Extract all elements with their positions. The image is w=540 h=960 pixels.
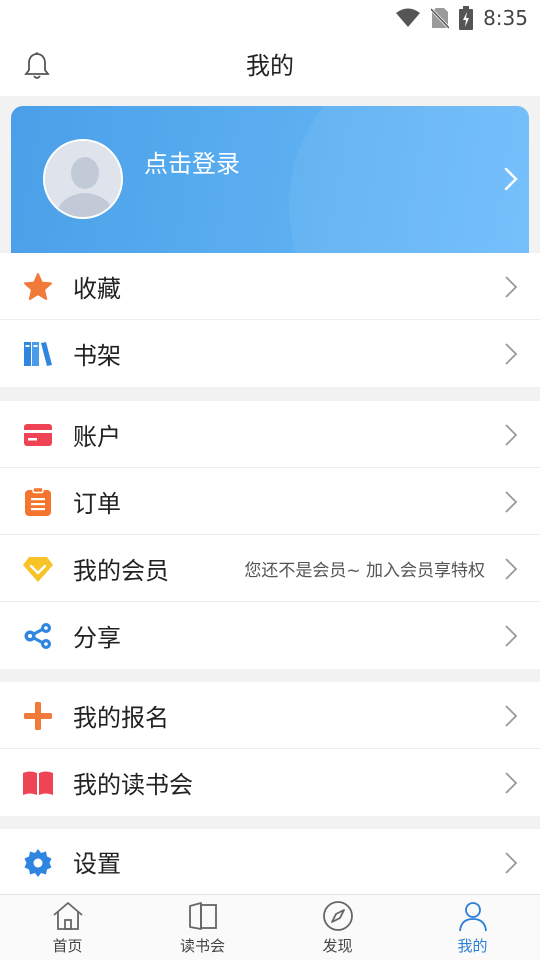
tab-label: 发现 (322, 937, 353, 955)
person-icon (456, 899, 490, 933)
home-icon (51, 899, 85, 933)
menu-group-activities: 我的报名 我的读书会 (0, 682, 540, 816)
share-icon (22, 620, 54, 652)
plus-icon (22, 700, 54, 732)
menu-item-membership[interactable]: 我的会员 您还不是会员~ 加入会员享特权 (0, 535, 540, 602)
menu-label: 我的读书会 (73, 771, 193, 799)
tab-mine[interactable]: 我的 (405, 895, 540, 960)
menu-item-bookshelf[interactable]: 书架 (0, 320, 540, 387)
menu-item-favorites[interactable]: 收藏 (0, 253, 540, 320)
chevron-right-icon[interactable] (503, 166, 519, 192)
chevron-right-icon (504, 342, 518, 366)
menu-item-my-registrations[interactable]: 我的报名 (0, 682, 540, 749)
menu-label: 分享 (73, 624, 121, 652)
star-icon (22, 271, 54, 303)
chevron-right-icon (504, 771, 518, 795)
chevron-right-icon (504, 490, 518, 514)
menu-label: 订单 (73, 489, 121, 518)
login-label[interactable]: 点击登录 (144, 144, 240, 179)
status-bar: 8:35 (0, 0, 540, 36)
menu-group-account: 账户 订单 我的会员 您还不是会员~ 加入会员享特权 分享 (0, 401, 540, 669)
menu-label: 账户 (73, 422, 121, 451)
menu-label: 收藏 (73, 274, 121, 303)
menu-group-collections: 收藏 书架 (0, 253, 540, 387)
diamond-icon (22, 553, 54, 585)
book-icon (186, 899, 220, 933)
bookshelf-icon (22, 338, 54, 370)
chevron-right-icon (504, 624, 518, 648)
menu-item-settings[interactable]: 设置 (0, 829, 540, 894)
no-sim-icon (431, 7, 450, 29)
menu-label: 书架 (73, 342, 121, 370)
chevron-right-icon (504, 423, 518, 447)
tab-home[interactable]: 首页 (0, 895, 135, 960)
tab-label: 首页 (52, 937, 83, 955)
menu-label: 设置 (73, 850, 121, 878)
login-card[interactable]: 点击登录 (11, 106, 529, 253)
menu-group-settings: 设置 (0, 829, 540, 894)
tab-label: 读书会 (179, 937, 225, 955)
menu-item-share[interactable]: 分享 (0, 602, 540, 669)
default-avatar-icon[interactable] (43, 139, 123, 219)
chevron-right-icon (504, 851, 518, 875)
menu-label: 我的报名 (73, 703, 169, 732)
tab-label: 我的 (457, 937, 488, 955)
clipboard-icon (22, 486, 54, 518)
chevron-right-icon (504, 557, 518, 581)
title-bar: 我的 (0, 36, 540, 96)
clock-time: 8:35 (483, 6, 528, 30)
chevron-right-icon (504, 275, 518, 299)
compass-icon (321, 899, 355, 933)
chevron-right-icon (504, 704, 518, 728)
page-title: 我的 (246, 52, 294, 80)
tab-book-club[interactable]: 读书会 (135, 895, 270, 960)
menu-item-account[interactable]: 账户 (0, 401, 540, 468)
card-icon (22, 419, 54, 451)
tab-discover[interactable]: 发现 (270, 895, 405, 960)
bottom-tab-bar: 首页 读书会 发现 我的 (0, 894, 540, 960)
menu-item-orders[interactable]: 订单 (0, 468, 540, 535)
gear-icon (22, 847, 54, 879)
battery-charging-icon (459, 6, 474, 30)
membership-promo-text: 您还不是会员~ 加入会员享特权 (244, 560, 485, 581)
menu-item-my-book-clubs[interactable]: 我的读书会 (0, 749, 540, 816)
menu-label: 我的会员 (73, 556, 169, 585)
open-book-icon (22, 767, 54, 799)
wifi-icon (395, 8, 421, 28)
